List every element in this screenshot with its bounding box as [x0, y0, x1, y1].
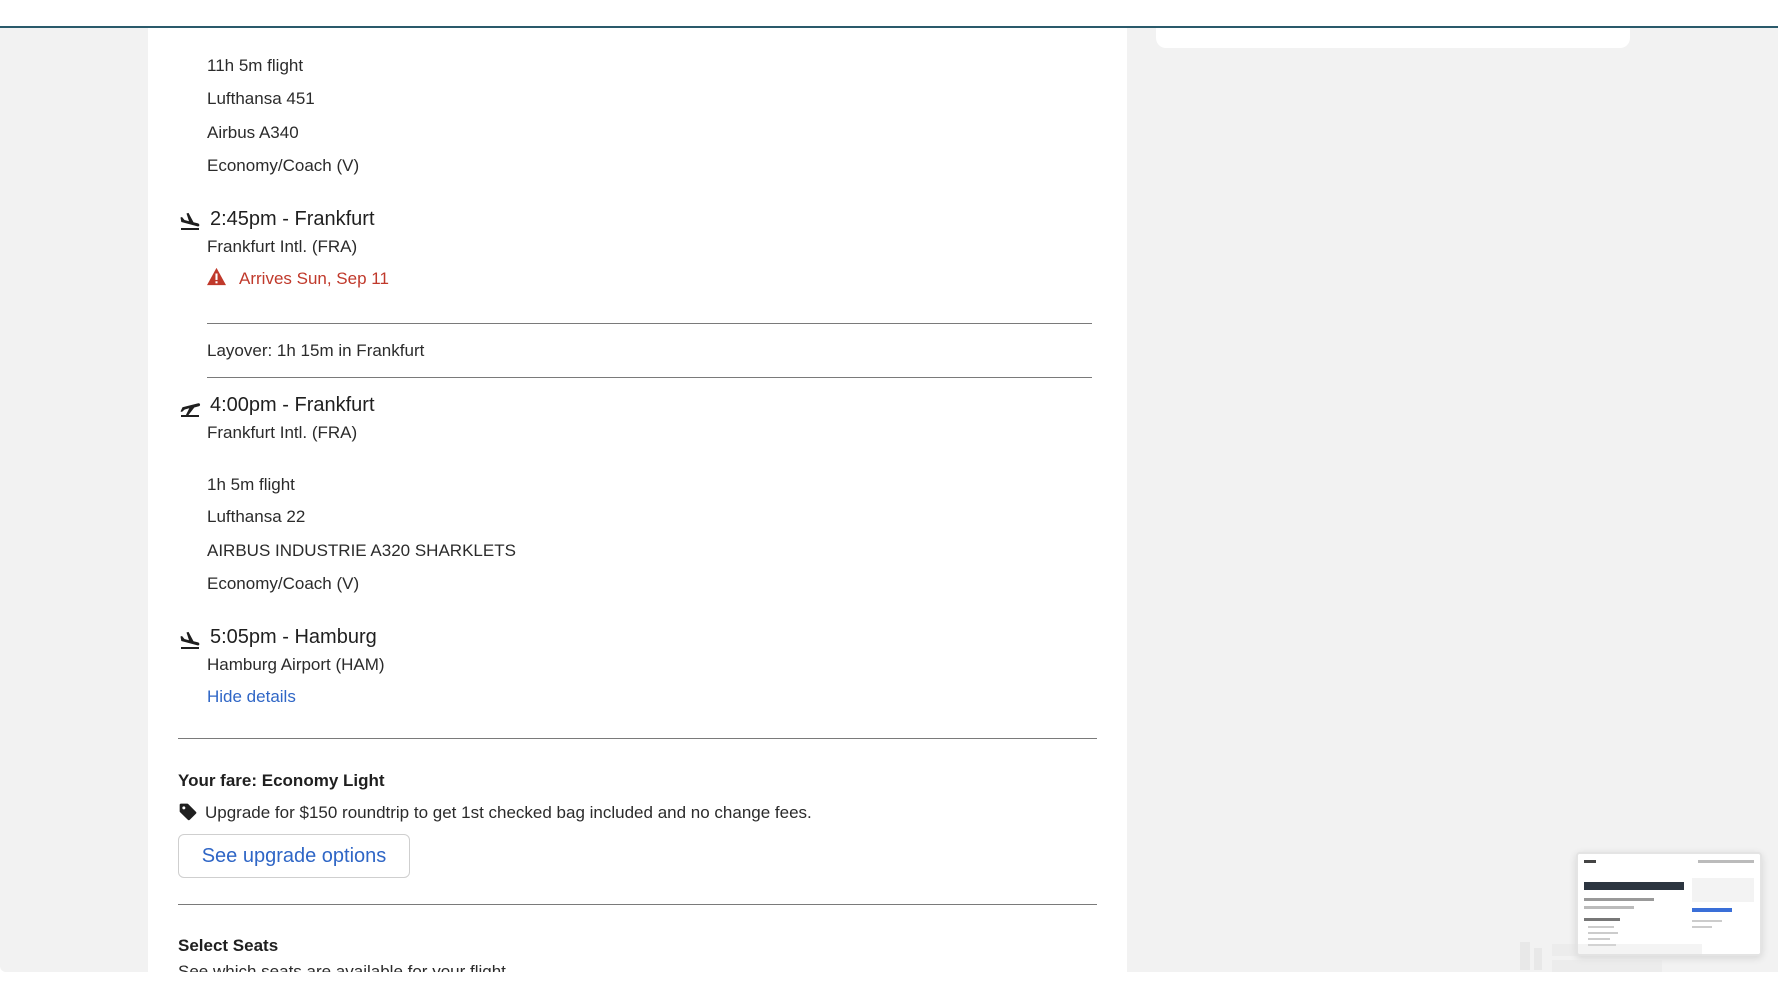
segment2-arrival-airport: Hamburg Airport (HAM): [207, 655, 385, 674]
warning-triangle-icon: [207, 267, 226, 286]
segment1-aircraft: Airbus A340: [207, 123, 299, 142]
segment1-duration: 11h 5m flight: [207, 56, 304, 75]
segment1-cabin: Economy/Coach (V): [207, 156, 360, 175]
flight-details-card: 11h 5m flight Lufthansa 451 Airbus A340 …: [148, 28, 1127, 972]
segment2-flight-number: Lufthansa 22: [207, 507, 306, 526]
segment2-arrival-title: 5:05pm - Hamburg: [210, 626, 377, 648]
segment2-cabin: Economy/Coach (V): [207, 574, 360, 593]
layover-divider-top: [207, 323, 1092, 324]
segment1-flight-number: Lufthansa 451: [207, 89, 315, 108]
airplane-takeoff-icon: [180, 403, 201, 417]
fare-title: Your fare: Economy Light: [178, 771, 385, 790]
layover-info: Layover: 1h 15m in Frankfurt: [207, 341, 425, 360]
fare-divider: [178, 738, 1097, 739]
arrival-date-warning: Arrives Sun, Sep 11: [239, 269, 389, 288]
upgrade-note: Upgrade for $150 roundtrip to get 1st ch…: [205, 803, 812, 822]
price-tag-icon: [179, 803, 197, 821]
sidebar-card: [1156, 28, 1630, 48]
bottom-white-strip: [0, 972, 1778, 1000]
select-seats-title: Select Seats: [178, 936, 279, 955]
browser-top-bar: [0, 0, 1778, 28]
page-viewport[interactable]: 11h 5m flight Lufthansa 451 Airbus A340 …: [0, 28, 1778, 972]
layover-divider-bottom: [207, 377, 1092, 378]
segment2-departure-airport: Frankfurt Intl. (FRA): [207, 423, 358, 442]
segment1-arrival-airport: Frankfurt Intl. (FRA): [207, 237, 358, 256]
see-upgrade-options-button[interactable]: See upgrade options: [178, 834, 410, 878]
hide-details-link[interactable]: Hide details: [207, 687, 296, 707]
segment2-aircraft: AIRBUS INDUSTRIE A320 SHARKLETS: [207, 541, 516, 560]
seats-divider: [178, 904, 1097, 905]
segment2-duration: 1h 5m flight: [207, 475, 295, 494]
airplane-landing-icon: [180, 631, 200, 649]
watermark-logo-image: [1520, 942, 1702, 972]
airplane-landing-icon: [180, 212, 200, 230]
segment1-arrival-title: 2:45pm - Frankfurt: [210, 208, 375, 230]
select-seats-subtitle: See which seats are available for your f…: [178, 962, 506, 972]
segment2-departure-title: 4:00pm - Frankfurt: [210, 394, 375, 416]
